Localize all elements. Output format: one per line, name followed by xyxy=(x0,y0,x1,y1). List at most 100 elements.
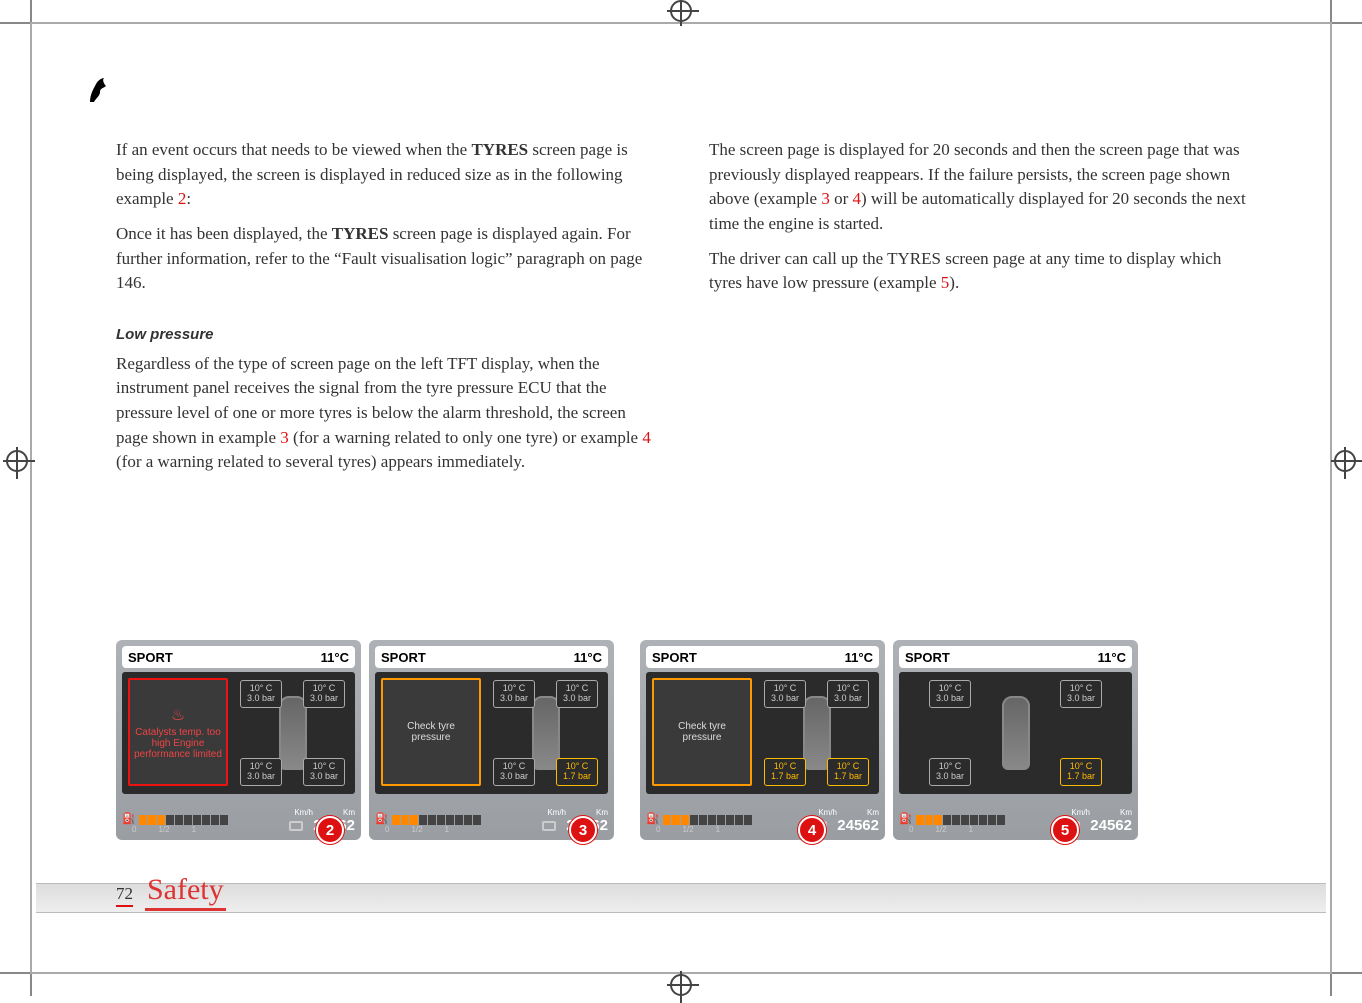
fuel-segment xyxy=(726,815,734,825)
screen-header: SPORT 11°C xyxy=(375,646,608,668)
fuel-pump-icon: ⛽ xyxy=(122,812,136,825)
tyre-fl: 10° C3.0 bar xyxy=(764,680,806,708)
tyre-fl: 10° C3.0 bar xyxy=(929,680,971,708)
tft-screen-5: SPORT 11°C 10° C3.0 bar 10° C3.0 bar 10° C… xyxy=(893,640,1138,840)
paragraph: Regardless of the type of screen page on… xyxy=(116,352,653,475)
screen-group-left: SPORT 11°C ♨ Catalysts temp. too high En… xyxy=(116,640,614,840)
fuel-segment xyxy=(157,815,165,825)
fuel-segment xyxy=(952,815,960,825)
fuel-segment xyxy=(961,815,969,825)
warning-text: Check tyre pressure xyxy=(387,721,475,743)
tick xyxy=(30,0,32,22)
tyre-fr: 10° C3.0 bar xyxy=(827,680,869,708)
fuel-segment xyxy=(202,815,210,825)
fuel-segment xyxy=(166,815,174,825)
fuel-segment xyxy=(988,815,996,825)
tft-screen-3: SPORT 11°C Check tyre pressure 10° C3.0 … xyxy=(369,640,614,840)
paragraph: The screen page is displayed for 20 seco… xyxy=(709,138,1246,237)
crop-right xyxy=(1330,0,1332,996)
fuel-pump-icon: ⛽ xyxy=(899,812,913,825)
footer-label: 72 Safety xyxy=(116,873,226,911)
text-bold: TYRES xyxy=(471,140,528,159)
fuel-tick: 1/2 xyxy=(935,825,946,834)
kmh-label: Km/h xyxy=(294,808,313,817)
screen-header: SPORT 11°C xyxy=(122,646,355,668)
fuel-tick: 0 xyxy=(656,825,660,834)
warning-text: Check tyre pressure xyxy=(658,721,746,743)
warning-box: Check tyre pressure xyxy=(381,678,481,786)
example-ref: 4 xyxy=(642,428,651,447)
section-title: Safety xyxy=(145,873,226,911)
fuel-segment xyxy=(970,815,978,825)
paragraph: If an event occurs that needs to be view… xyxy=(116,138,653,212)
tyre-area: 10° C3.0 bar 10° C3.0 bar 10° C1.7 bar 10° … xyxy=(758,672,875,794)
tyre-area: 10° C3.0 bar10° C3.0 bar10° C3.0 bar10° … xyxy=(487,672,604,794)
registration-mark-bottom xyxy=(670,974,692,996)
tyre-rl: 10° C3.0 bar xyxy=(493,758,535,786)
tyre-fr: 10° C3.0 bar xyxy=(303,680,345,708)
tft-screens: SPORT 11°C ♨ Catalysts temp. too high En… xyxy=(36,640,1326,840)
drive-mode: SPORT xyxy=(652,650,697,665)
fuel-segment xyxy=(392,815,400,825)
tyre-rr: 10° C1.7 bar xyxy=(556,758,598,786)
fuel-gauge: ⛽ 01/21 xyxy=(646,812,752,834)
fuel-segment xyxy=(175,815,183,825)
screen-footer: ⛽ 01/21 Km/hKm 24562 xyxy=(646,802,879,834)
tyre-rl: 10° C3.0 bar xyxy=(929,758,971,786)
tyre-fl: 10° C3.0 bar xyxy=(240,680,282,708)
tyre-area: 10° C3.0 bar10° C3.0 bar10° C3.0 bar10° … xyxy=(234,672,351,794)
drive-mode: SPORT xyxy=(905,650,950,665)
fuel-tick: 1 xyxy=(716,825,720,834)
text: : xyxy=(186,189,191,208)
tft-screen-4: SPORT 11°C Check tyre pressure 10° C3.0 … xyxy=(640,640,885,840)
fuel-segment xyxy=(428,815,436,825)
fuel-tick: 1 xyxy=(445,825,449,834)
tick xyxy=(0,22,30,24)
text: or xyxy=(830,189,853,208)
fuel-segment xyxy=(437,815,445,825)
fuel-segment xyxy=(410,815,418,825)
example-number-badge: 2 xyxy=(316,816,344,844)
brand-logo-icon xyxy=(86,74,112,112)
fuel-segment xyxy=(464,815,472,825)
km-label: Km xyxy=(343,808,355,817)
example-number-badge: 3 xyxy=(569,816,597,844)
tyre-rr: 10° C1.7 bar xyxy=(827,758,869,786)
fuel-segment xyxy=(717,815,725,825)
paragraph: Once it has been displayed, the TYRES sc… xyxy=(116,222,653,296)
fuel-segment xyxy=(735,815,743,825)
fuel-tick: 1/2 xyxy=(682,825,693,834)
page-number: 72 xyxy=(116,884,133,907)
odo-value: 24562 xyxy=(1090,817,1132,834)
fuel-segment xyxy=(979,815,987,825)
fuel-segment xyxy=(925,815,933,825)
car-icon xyxy=(1002,696,1030,770)
fuel-tick: 0 xyxy=(385,825,389,834)
fuel-segment xyxy=(184,815,192,825)
outside-temp: 11°C xyxy=(321,650,349,665)
registration-mark-top xyxy=(670,0,692,22)
tick xyxy=(30,974,32,996)
km-label: Km xyxy=(596,808,608,817)
fuel-segment xyxy=(663,815,671,825)
fuel-segment xyxy=(139,815,147,825)
fuel-gauge: ⛽ 01/21 xyxy=(375,812,481,834)
fuel-segment xyxy=(744,815,752,825)
tyre-rr: 10° C3.0 bar xyxy=(303,758,345,786)
right-column: The screen page is displayed for 20 seco… xyxy=(709,138,1246,485)
screen-footer: ⛽ 01/21 Km/hKm 24562 xyxy=(899,802,1132,834)
page-document: If an event occurs that needs to be view… xyxy=(36,26,1326,970)
left-column: If an event occurs that needs to be view… xyxy=(116,138,653,485)
tyre-rl: 10° C1.7 bar xyxy=(764,758,806,786)
outside-temp: 11°C xyxy=(845,650,873,665)
km-label: Km xyxy=(1120,808,1132,817)
screen-header: SPORT 11°C xyxy=(899,646,1132,668)
text: The driver can call up the TYRES screen … xyxy=(709,249,1221,293)
warning-text: Catalysts temp. too high Engine performa… xyxy=(134,727,222,760)
example-ref: 3 xyxy=(821,189,830,208)
tyre-fr: 10° C3.0 bar xyxy=(1060,680,1102,708)
fuel-tick: 1/2 xyxy=(411,825,422,834)
tick xyxy=(1332,972,1362,974)
fuel-segment xyxy=(672,815,680,825)
subheading-low-pressure: Low pressure xyxy=(116,324,653,346)
